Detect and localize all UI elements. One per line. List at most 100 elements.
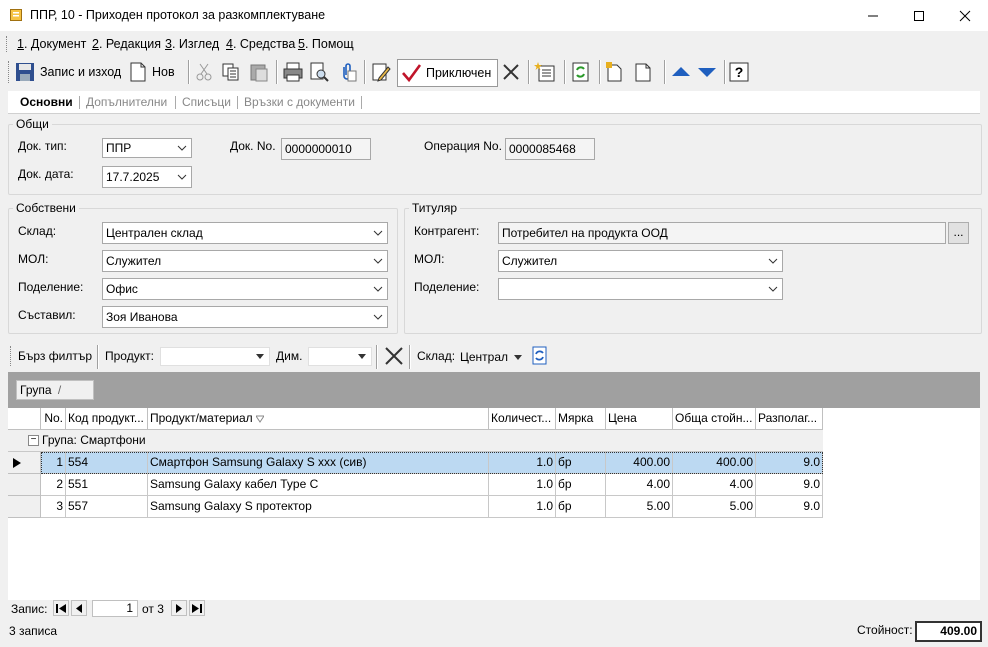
minimize-button[interactable]	[850, 0, 896, 31]
scissors-icon	[196, 63, 212, 81]
table-row[interactable]: 1 554 Смартфон Samsung Galaxy S xxx (сив…	[8, 452, 823, 474]
toolbar-separator	[599, 60, 601, 84]
nav-prev-button[interactable]	[71, 600, 87, 616]
toolbar: Запис и изход Нов Приключен ?	[8, 57, 980, 87]
print-preview-button[interactable]	[308, 59, 330, 85]
toolbar-separator	[528, 60, 530, 84]
own-division-label: Поделение:	[18, 280, 84, 294]
doc-date-picker[interactable]: 17.7.2025	[102, 166, 192, 188]
table-row[interactable]: 2 551 Samsung Galaxy кабел Type C 1.0 бр…	[8, 474, 823, 496]
copy-document-icon	[606, 62, 622, 82]
filter-warehouse-select[interactable]: Централ	[460, 349, 522, 365]
cell-price: 4.00	[606, 474, 673, 496]
filter-product-select[interactable]	[160, 347, 270, 366]
cell-total: 5.00	[673, 496, 756, 518]
toolbar-separator	[664, 60, 666, 84]
filter-dim-select[interactable]	[308, 347, 372, 366]
attach-button[interactable]	[336, 59, 358, 85]
dropdown-triangle-icon	[514, 354, 522, 360]
maximize-button[interactable]	[896, 0, 942, 31]
col-header-available[interactable]: Разполаг...	[756, 408, 823, 430]
copy-document-button[interactable]	[605, 59, 627, 85]
tab-main[interactable]: Основни	[20, 95, 73, 109]
quick-filter-label[interactable]: Бърз филтър	[18, 349, 92, 363]
print-button[interactable]	[282, 59, 304, 85]
toolbar-grip	[8, 61, 12, 83]
move-up-button[interactable]	[670, 59, 692, 85]
col-header-code[interactable]: Код продукт...	[66, 408, 148, 430]
document-app-icon	[10, 9, 22, 21]
nav-total-label: от 3	[142, 602, 164, 616]
help-button[interactable]: ?	[728, 59, 750, 85]
nav-last-button[interactable]	[189, 600, 205, 616]
cancel-button[interactable]	[500, 59, 522, 85]
blank-document-icon	[635, 63, 651, 82]
cell-available: 9.0	[756, 474, 823, 496]
menu-view[interactable]: 3. Изглед	[165, 37, 219, 51]
menu-tools[interactable]: 4. Средства	[226, 37, 295, 51]
close-button[interactable]	[942, 0, 988, 31]
col-header-unit[interactable]: Мярка	[556, 408, 606, 430]
toolbar-separator	[364, 60, 366, 84]
nav-next-button[interactable]	[171, 600, 187, 616]
minimize-icon	[868, 15, 878, 16]
partner-browse-button[interactable]: ...	[948, 222, 969, 244]
op-no-field[interactable]: 0000085468	[505, 138, 595, 160]
col-header-qty[interactable]: Количест...	[489, 408, 556, 430]
menu-edit[interactable]: 2. Редакция	[92, 37, 161, 51]
dropdown-triangle-icon	[353, 348, 371, 365]
arrow-down-icon	[698, 68, 716, 77]
blank-document-button[interactable]	[632, 59, 654, 85]
toolbar-separator	[276, 60, 278, 84]
doc-type-select[interactable]: ППР	[102, 138, 192, 158]
save-exit-button[interactable]: Запис и изход	[14, 59, 121, 85]
collapse-toggle-icon[interactable]: −	[28, 435, 39, 446]
doc-no-field[interactable]: 0000000010	[281, 138, 371, 160]
holder-division-label: Поделение:	[414, 280, 480, 294]
refresh-button[interactable]	[570, 59, 592, 85]
cell-no: 3	[41, 496, 66, 518]
group-row[interactable]: − Група: Смартфони	[8, 430, 823, 452]
paste-button[interactable]	[248, 59, 270, 85]
tab-additional[interactable]: Допълнителни	[86, 95, 167, 109]
nav-label: Запис:	[11, 602, 48, 616]
quick-filter-bar: Бърз филтър Продукт: Дим. Склад: Централ	[8, 340, 980, 372]
holder-mol-select[interactable]: Служител	[498, 250, 783, 272]
partner-field[interactable]: Потребител на продукта ООД	[498, 222, 946, 244]
edit-button[interactable]	[370, 59, 392, 85]
cut-button[interactable]	[194, 59, 214, 85]
done-button[interactable]: Приключен	[397, 59, 499, 87]
new-button[interactable]: Нов	[128, 59, 175, 85]
row-header[interactable]	[8, 452, 41, 474]
table-row[interactable]: 3 557 Samsung Galaxy S протектор 1.0 бр …	[8, 496, 823, 518]
col-header-total[interactable]: Обща стойн...	[673, 408, 756, 430]
warehouse-select[interactable]: Централен склад	[102, 222, 388, 244]
tab-lists[interactable]: Списъци	[182, 95, 231, 109]
col-header-price[interactable]: Цена	[606, 408, 673, 430]
nav-first-button[interactable]	[53, 600, 69, 616]
holder-division-select[interactable]	[498, 278, 783, 300]
own-division-select[interactable]: Офис	[102, 278, 388, 300]
col-header-product[interactable]: Продукт/материал	[148, 408, 489, 430]
list-button[interactable]	[534, 59, 556, 85]
filter-refresh-button[interactable]	[530, 345, 552, 367]
clear-filter-button[interactable]	[383, 345, 405, 367]
own-mol-select[interactable]: Служител	[102, 250, 388, 272]
nav-current-input[interactable]: 1	[92, 600, 138, 617]
tab-related-documents[interactable]: Връзки с документи	[244, 95, 355, 109]
row-header[interactable]	[8, 496, 41, 518]
group-by-chip[interactable]: Група /	[16, 380, 94, 400]
author-select[interactable]: Зоя Иванова	[102, 306, 388, 328]
move-down-button[interactable]	[696, 59, 718, 85]
copy-button[interactable]	[220, 59, 242, 85]
x-cancel-icon	[503, 64, 519, 80]
menu-document[interactable]: 1. Документ	[17, 37, 86, 51]
col-header-no[interactable]: No.	[41, 408, 66, 430]
row-header[interactable]	[8, 474, 41, 496]
menu-help[interactable]: 5. Помощ	[298, 37, 354, 51]
total-value-field: 409.00	[915, 621, 982, 642]
x-clear-icon	[385, 347, 403, 365]
cell-product: Samsung Galaxy S протектор	[148, 496, 489, 518]
holder-group-title: Титуляр	[409, 201, 461, 215]
arrow-up-icon	[672, 67, 690, 76]
